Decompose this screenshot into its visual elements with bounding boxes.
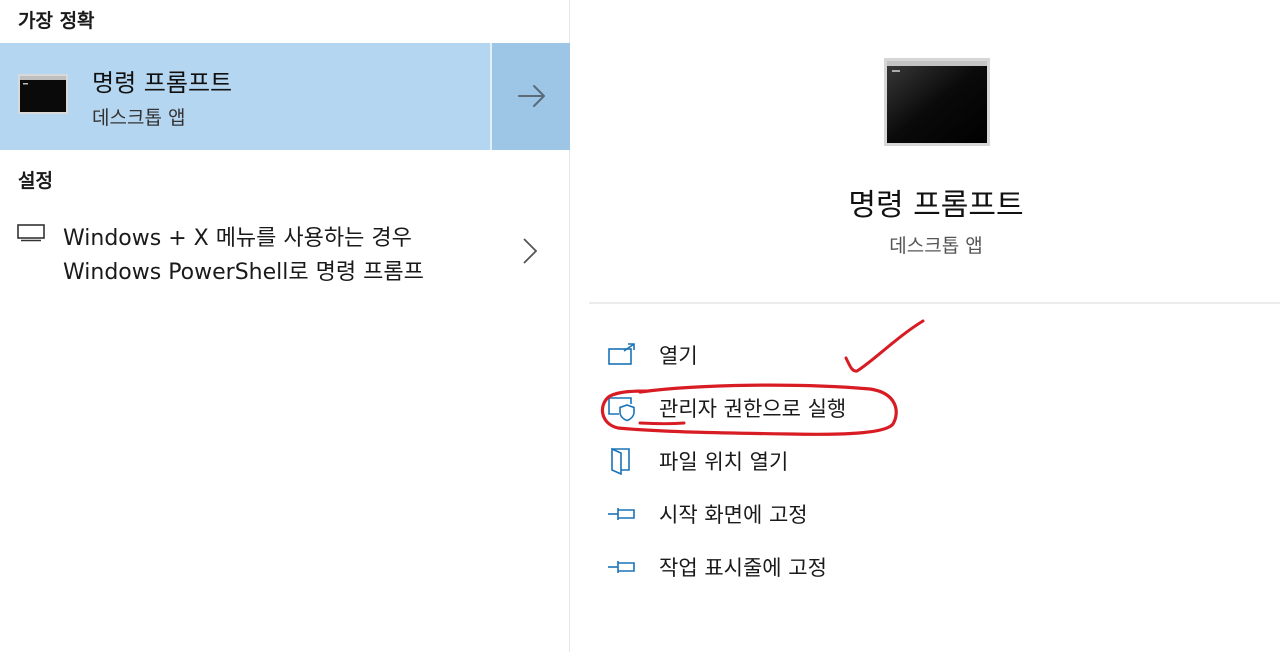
preview-subtitle: 데스크톱 앱 [889,235,983,257]
action-label: 관리자 권한으로 실행 [659,397,847,421]
action-label: 파일 위치 열기 [659,450,789,474]
open-icon [608,343,635,365]
action-label: 작업 표시줄에 고정 [659,556,827,580]
best-match-subtitle: 데스크톱 앱 [92,107,186,129]
chevron-right-icon [523,238,538,264]
preview-pane: 명령 프롬프트 데스크톱 앱 열기 관리자 권한으로 실행 파일 위치 열기 시… [571,0,1280,652]
terminal-icon [884,58,990,146]
settings-item-line-1: Windows + X 메뉴를 사용하는 경우 [63,226,412,251]
preview-divider [589,302,1280,304]
terminal-icon [18,74,68,114]
best-match-title: 명령 프롬프트 [92,69,233,97]
action-label: 시작 화면에 고정 [659,503,808,527]
shield-icon [608,397,635,422]
pin-icon [608,508,635,520]
pin-icon [608,561,635,573]
section-header-best-match: 가장 정확 [18,10,95,32]
arrow-right-icon [518,85,545,107]
preview-title: 명령 프롬프트 [848,188,1024,223]
action-label: 열기 [659,344,698,368]
monitor-icon [17,224,45,242]
search-results-window: 가장 정확 명령 프롬프트 데스크톱 앱 설정 Windows + X 메뉴를 … [0,0,1280,652]
section-header-settings: 설정 [18,170,53,192]
settings-result-item[interactable]: Windows + X 메뉴를 사용하는 경우 Windows PowerShe… [0,208,570,294]
open-preview-button[interactable] [490,43,570,150]
folder-location-icon [611,447,630,475]
settings-item-line-2: Windows PowerShell로 명령 프롬프 [63,260,424,285]
best-match-item[interactable]: 명령 프롬프트 데스크톱 앱 [0,43,570,150]
results-pane: 가장 정확 명령 프롬프트 데스크톱 앱 설정 Windows + X 메뉴를 … [0,0,570,652]
